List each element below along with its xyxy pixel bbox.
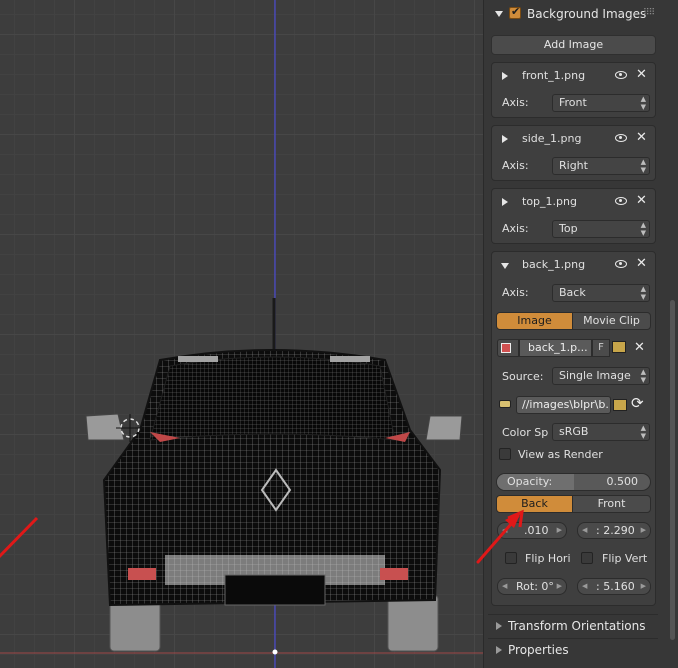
- view-as-render-label: View as Render: [518, 448, 603, 461]
- viewport-scene: [0, 0, 483, 668]
- flip-horizontal-checkbox[interactable]: [505, 552, 517, 564]
- file-packed-icon[interactable]: [497, 396, 515, 414]
- size-field[interactable]: ◀: 2.290 ▶: [577, 522, 651, 539]
- image-entry-front: front_1.png ✕ Axis: Front ▲ ▼: [491, 62, 656, 118]
- flip-vertical-label: Flip Vert: [602, 552, 648, 565]
- remove-close-icon[interactable]: ✕: [636, 68, 647, 81]
- tab-image[interactable]: Image: [496, 312, 573, 330]
- add-image-button[interactable]: Add Image: [491, 35, 656, 55]
- axis-dropdown[interactable]: Front ▲ ▼: [552, 94, 650, 112]
- flip-horizontal-label: Flip Hori: [525, 552, 571, 565]
- color-space-label: Color Sp: [502, 426, 549, 439]
- unlink-close-icon[interactable]: ✕: [634, 341, 645, 354]
- image-browse-icon[interactable]: [497, 339, 519, 357]
- fake-user-button[interactable]: F: [592, 339, 610, 357]
- scale-field[interactable]: ◀: 5.160 ▶: [577, 578, 651, 595]
- axis-dropdown[interactable]: Top ▲ ▼: [552, 220, 650, 238]
- open-folder-icon[interactable]: [613, 399, 627, 411]
- background-images-checkbox[interactable]: ✔: [509, 5, 521, 19]
- expand-triangle-icon[interactable]: [496, 622, 502, 630]
- visibility-eye-icon[interactable]: [615, 71, 627, 79]
- panel-scrollbar[interactable]: [670, 300, 675, 640]
- expand-triangle-icon[interactable]: [496, 646, 502, 654]
- axis-label: Axis:: [502, 96, 529, 109]
- image-name: side_1.png: [522, 132, 582, 145]
- filepath-field[interactable]: //images\blpr\b...: [516, 396, 611, 414]
- draw-back-button[interactable]: Back: [496, 495, 573, 513]
- section-label: Properties: [508, 643, 569, 657]
- collapse-triangle-icon[interactable]: [501, 263, 509, 269]
- image-name-field[interactable]: back_1.p...: [519, 339, 592, 357]
- expand-triangle-icon[interactable]: [502, 198, 508, 206]
- draw-front-button[interactable]: Front: [572, 495, 651, 513]
- section-transform-orientations[interactable]: Transform Orientations: [488, 614, 658, 636]
- axis-dropdown[interactable]: Back ▲ ▼: [552, 284, 650, 302]
- image-entry-side: side_1.png ✕ Axis: Right ▲ ▼: [491, 125, 656, 181]
- opacity-slider[interactable]: Opacity: 0.500: [496, 473, 651, 491]
- collapse-triangle-icon[interactable]: [495, 11, 503, 17]
- reload-icon[interactable]: ⟳: [631, 394, 644, 412]
- right-mirror: [425, 415, 463, 441]
- image-entry-back: back_1.png ✕ Axis: Back ▲ ▼ Image Movie Cl…: [491, 251, 656, 606]
- annotation-arrow: [0, 516, 39, 558]
- visibility-eye-icon[interactable]: [615, 260, 627, 268]
- remove-close-icon[interactable]: ✕: [636, 257, 647, 270]
- image-name: back_1.png: [522, 258, 586, 271]
- axis-label: Axis:: [502, 159, 529, 172]
- visibility-eye-icon[interactable]: [615, 134, 627, 142]
- 3d-viewport[interactable]: [0, 0, 483, 668]
- drag-handle-icon[interactable]: ⠿⠿: [643, 8, 655, 18]
- remove-close-icon[interactable]: ✕: [636, 194, 647, 207]
- axis-label: Axis:: [502, 222, 529, 235]
- expand-triangle-icon[interactable]: [502, 72, 508, 80]
- source-dropdown[interactable]: Single Image ▲ ▼: [552, 367, 650, 385]
- properties-panel: ✔ Background Images ⠿⠿ Add Image front_1…: [483, 0, 678, 668]
- expand-triangle-icon[interactable]: [502, 135, 508, 143]
- image-entry-top: top_1.png ✕ Axis: Top ▲ ▼: [491, 188, 656, 244]
- license-plate: [224, 574, 326, 606]
- left-mirror: [85, 413, 125, 441]
- color-space-dropdown[interactable]: sRGB ▲ ▼: [552, 423, 650, 441]
- flip-vertical-checkbox[interactable]: [581, 552, 593, 564]
- offset-x-field[interactable]: ◀ .010 ▶: [497, 522, 567, 539]
- source-label: Source:: [502, 370, 544, 383]
- rotation-field[interactable]: ◀ Rot: 0° ▶: [497, 578, 567, 595]
- section-label: Transform Orientations: [508, 619, 646, 633]
- axis-dropdown[interactable]: Right ▲ ▼: [552, 157, 650, 175]
- section-title: Background Images: [527, 7, 647, 21]
- opacity-label: Opacity:: [507, 475, 553, 488]
- origin-point: [272, 649, 278, 655]
- opacity-value: 0.500: [606, 475, 639, 488]
- image-name: front_1.png: [522, 69, 586, 82]
- rear-window: [149, 356, 396, 441]
- tab-movie-clip[interactable]: Movie Clip: [572, 312, 651, 330]
- visibility-eye-icon[interactable]: [615, 197, 627, 205]
- remove-close-icon[interactable]: ✕: [636, 131, 647, 144]
- view-as-render-checkbox[interactable]: [499, 448, 511, 460]
- axis-label: Axis:: [502, 286, 529, 299]
- right-wheel: [387, 594, 439, 652]
- section-properties[interactable]: Properties: [488, 638, 658, 660]
- image-name: top_1.png: [522, 195, 577, 208]
- open-folder-icon[interactable]: [612, 341, 626, 353]
